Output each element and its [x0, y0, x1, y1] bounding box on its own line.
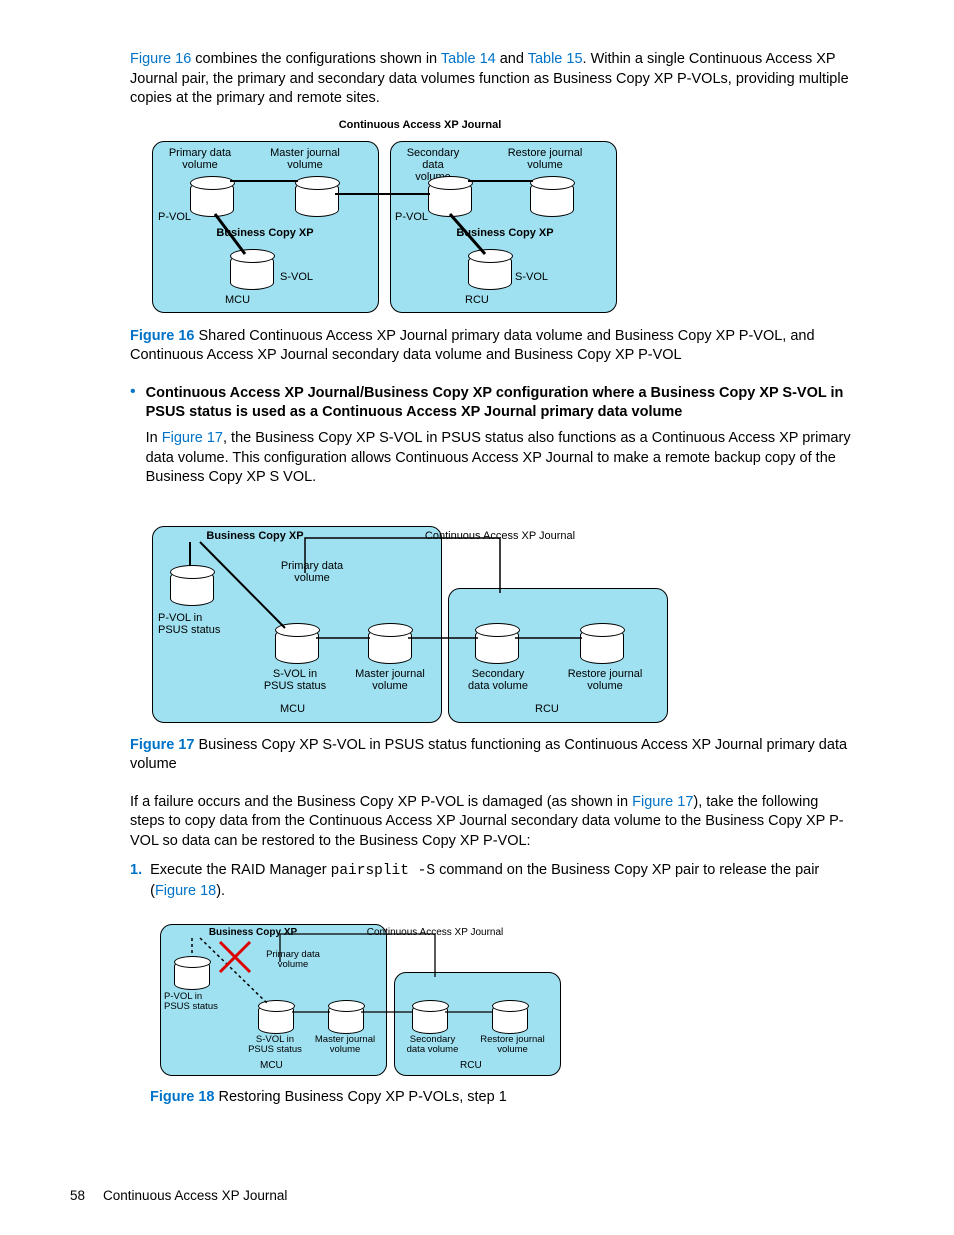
intro-paragraph: Figure 16 combines the configurations sh…	[130, 50, 854, 109]
step-1: 1. Execute the RAID Manager pairsplit -S…	[130, 861, 854, 901]
link-figure-16[interactable]: Figure 16	[130, 51, 191, 67]
step-1-number: 1.	[130, 861, 142, 901]
text: combines the configurations shown in	[191, 51, 441, 67]
link-table-14[interactable]: Table 14	[441, 51, 496, 67]
link-table-15[interactable]: Table 15	[528, 51, 583, 67]
figure-16-diagram: Continuous Access XP Journal Primary dat…	[130, 119, 854, 319]
link-figure-17[interactable]: Figure 17	[162, 430, 223, 446]
step-1-body: Execute the RAID Manager pairsplit -S co…	[150, 861, 854, 901]
figure-18-caption: Figure 18 Restoring Business Copy XP P-V…	[130, 1088, 854, 1108]
text: and	[496, 51, 528, 67]
page-footer: 58 Continuous Access XP Journal	[70, 1187, 287, 1205]
footer-title: Continuous Access XP Journal	[103, 1187, 287, 1205]
command-pairsplit: pairsplit -S	[331, 863, 435, 879]
diag3-lines	[150, 912, 570, 1080]
figure-17-diagram: Business Copy XP Continuous Access XP Jo…	[130, 508, 854, 728]
text: ).	[216, 883, 225, 899]
text: , the Business Copy XP S-VOL in PSUS sta…	[146, 430, 851, 485]
figure-16-text: Shared Continuous Access XP Journal prim…	[130, 328, 815, 364]
page-number: 58	[70, 1187, 85, 1205]
text: Execute the RAID Manager	[150, 862, 331, 878]
failure-paragraph: If a failure occurs and the Business Cop…	[130, 793, 854, 852]
link-figure-18[interactable]: Figure 18	[155, 883, 216, 899]
bullet-heading: Continuous Access XP Journal/Business Co…	[146, 384, 854, 423]
figure-18-label: Figure 18	[150, 1089, 214, 1105]
text: If a failure occurs and the Business Cop…	[130, 794, 632, 810]
figure-16-label: Figure 16	[130, 328, 194, 344]
figure-18-text: Restoring Business Copy XP P-VOLs, step …	[214, 1089, 506, 1105]
figure-17-label: Figure 17	[130, 737, 194, 753]
figure-17-text: Business Copy XP S-VOL in PSUS status fu…	[130, 737, 847, 773]
figure-16-caption: Figure 16 Shared Continuous Access XP Jo…	[130, 327, 854, 366]
link-figure-17-b[interactable]: Figure 17	[632, 794, 693, 810]
diag1-lines	[130, 119, 650, 319]
bullet-icon: •	[130, 384, 136, 498]
bullet-paragraph: In Figure 17, the Business Copy XP S-VOL…	[146, 429, 854, 488]
text: In	[146, 430, 162, 446]
bullet-config: • Continuous Access XP Journal/Business …	[130, 384, 854, 498]
figure-18-diagram: Business Copy XP Continuous Access XP Jo…	[130, 912, 854, 1080]
diag2-lines	[130, 508, 690, 728]
figure-17-caption: Figure 17 Business Copy XP S-VOL in PSUS…	[130, 736, 854, 775]
